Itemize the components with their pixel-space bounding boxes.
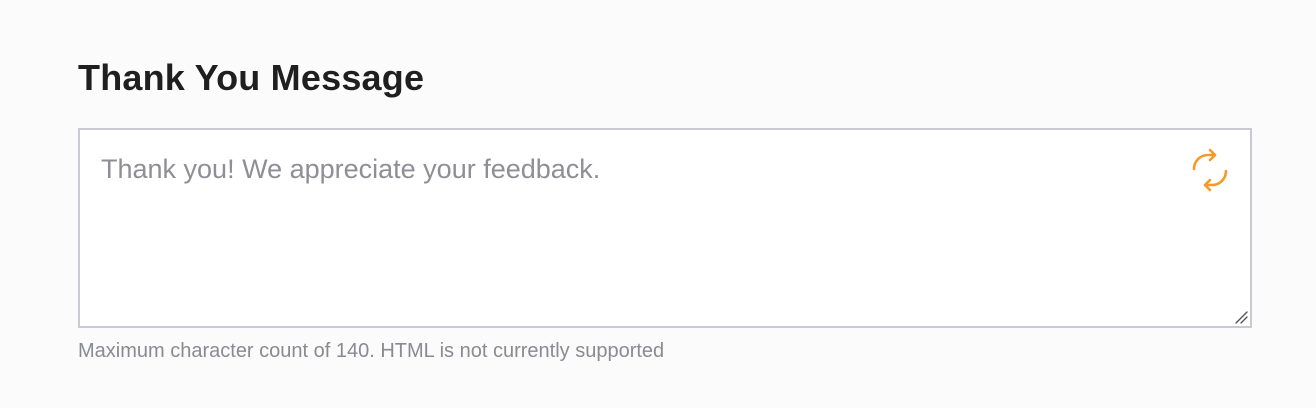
- refresh-icon[interactable]: [1188, 148, 1232, 192]
- character-limit-hint: Maximum character count of 140. HTML is …: [78, 340, 665, 362]
- thank-you-message-textarea[interactable]: [80, 130, 1250, 326]
- section-title: Thank You Message: [78, 57, 425, 98]
- resize-grip-icon[interactable]: [1234, 310, 1248, 324]
- thank-you-textarea-container: [78, 128, 1252, 328]
